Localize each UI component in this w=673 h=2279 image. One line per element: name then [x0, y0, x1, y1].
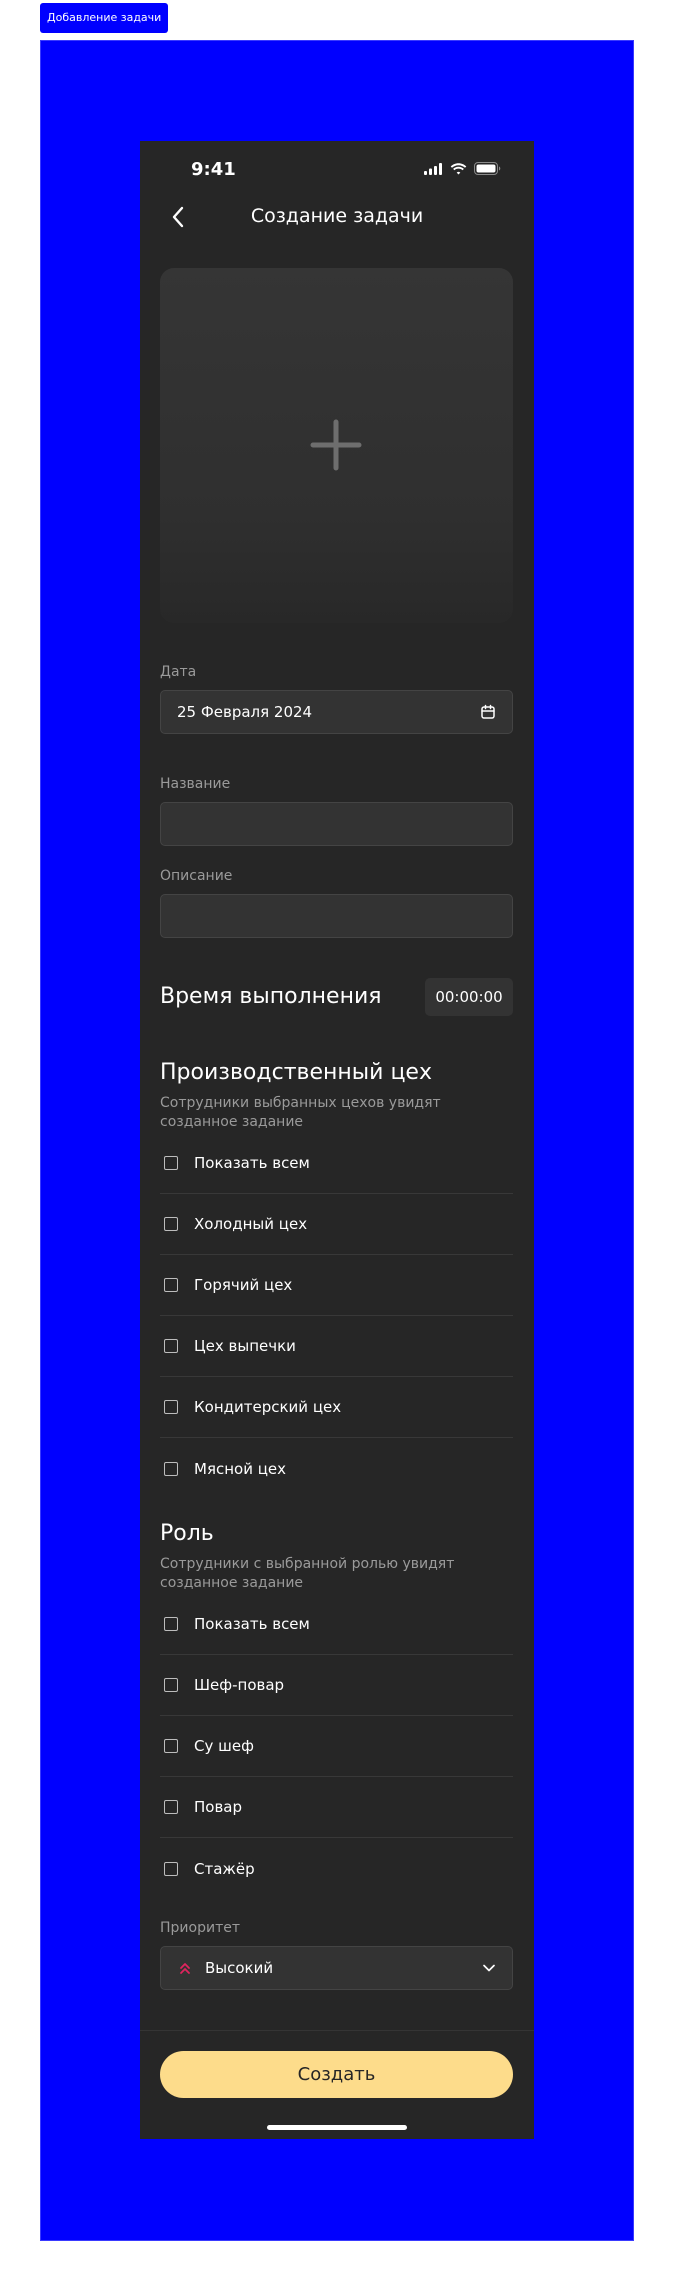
date-field[interactable]: 25 Февраля 2024: [160, 690, 513, 734]
name-input[interactable]: [177, 803, 500, 847]
workshops-title: Производственный цех: [160, 1060, 432, 1085]
checkbox-label: Шеф-повар: [194, 1676, 285, 1694]
create-button[interactable]: Создать: [160, 2051, 513, 2098]
checkbox[interactable]: [164, 1156, 178, 1170]
workshop-checkbox-row[interactable]: Горячий цех: [160, 1255, 513, 1316]
home-indicator: [267, 2125, 407, 2130]
checkbox[interactable]: [164, 1678, 178, 1692]
workshop-checkbox-row[interactable]: Показать всем: [160, 1133, 513, 1194]
description-label: Описание: [160, 868, 233, 884]
roles-title: Роль: [160, 1521, 214, 1546]
plus-icon: [310, 419, 362, 471]
checkbox-label: Мясной цех: [194, 1459, 287, 1478]
chevrons-up-icon: [180, 1963, 190, 1974]
roles-subtitle: Сотрудники с выбранной ролью увидят созд…: [160, 1556, 455, 1591]
checkbox-label: Стажёр: [194, 1859, 255, 1878]
role-checkbox-row[interactable]: Повар: [160, 1777, 513, 1838]
workshop-checkbox-row[interactable]: Цех выпечки: [160, 1316, 513, 1377]
wifi-icon: [450, 162, 467, 174]
footer-divider: [140, 2030, 534, 2031]
calendar-icon[interactable]: [480, 704, 496, 720]
checkbox-label: Цех выпечки: [194, 1337, 296, 1355]
phone-screen: 9:41 Создание задачи Дата 25 Февраля 202…: [140, 141, 534, 2139]
status-icons: [424, 162, 501, 175]
description-input[interactable]: [177, 895, 500, 939]
checkbox[interactable]: [164, 1461, 178, 1476]
checkbox-label: Су шеф: [194, 1737, 254, 1755]
priority-value: Высокий: [205, 1959, 274, 1977]
checkbox-label: Показать всем: [194, 1154, 310, 1172]
workshop-checkbox-row[interactable]: Мясной цех: [160, 1438, 513, 1499]
checkbox[interactable]: [164, 1278, 178, 1292]
workshops-subtitle: Сотрудники выбранных цехов увидят создан…: [160, 1095, 441, 1130]
checkbox[interactable]: [164, 1339, 178, 1353]
battery-icon: [474, 162, 501, 175]
priority-select[interactable]: Высокий: [160, 1946, 513, 1990]
duration-title: Время выполнения: [160, 984, 382, 1009]
duration-picker[interactable]: 00:00:00: [425, 978, 513, 1016]
checkbox-label: Горячий цех: [194, 1276, 293, 1294]
checkbox-label: Холодный цех: [194, 1215, 308, 1233]
date-label: Дата: [160, 664, 197, 680]
workshop-checkbox-row[interactable]: Холодный цех: [160, 1194, 513, 1255]
page-title: Создание задачи: [250, 205, 424, 227]
photo-upload-area[interactable]: [160, 268, 513, 623]
checkbox-label: Показать всем: [194, 1615, 310, 1633]
role-checkbox-row[interactable]: Шеф-повар: [160, 1655, 513, 1716]
status-time: 9:41: [191, 159, 236, 180]
role-checkbox-row[interactable]: Су шеф: [160, 1716, 513, 1777]
role-checkbox-row[interactable]: Показать всем: [160, 1594, 513, 1655]
checkbox-label: Повар: [194, 1798, 243, 1816]
checkbox-label: Кондитерский цех: [194, 1398, 342, 1416]
name-label: Название: [160, 776, 231, 792]
name-field[interactable]: [160, 802, 513, 847]
chevron-down-icon: [483, 1964, 495, 1972]
checkbox[interactable]: [164, 1861, 178, 1876]
role-checkbox-row[interactable]: Стажёр: [160, 1838, 513, 1899]
checkbox[interactable]: [164, 1800, 178, 1814]
checkbox[interactable]: [164, 1400, 178, 1414]
checkbox[interactable]: [164, 1739, 178, 1753]
checkbox[interactable]: [164, 1217, 178, 1231]
workshop-checkbox-row[interactable]: Кондитерский цех: [160, 1377, 513, 1438]
description-field[interactable]: [160, 894, 513, 939]
date-value: 25 Февраля 2024: [177, 703, 313, 721]
priority-label: Приоритет: [160, 1920, 240, 1936]
checkbox[interactable]: [164, 1617, 178, 1631]
signal-icon: [424, 162, 442, 175]
frame-tag: Добавление задачи: [40, 3, 169, 33]
